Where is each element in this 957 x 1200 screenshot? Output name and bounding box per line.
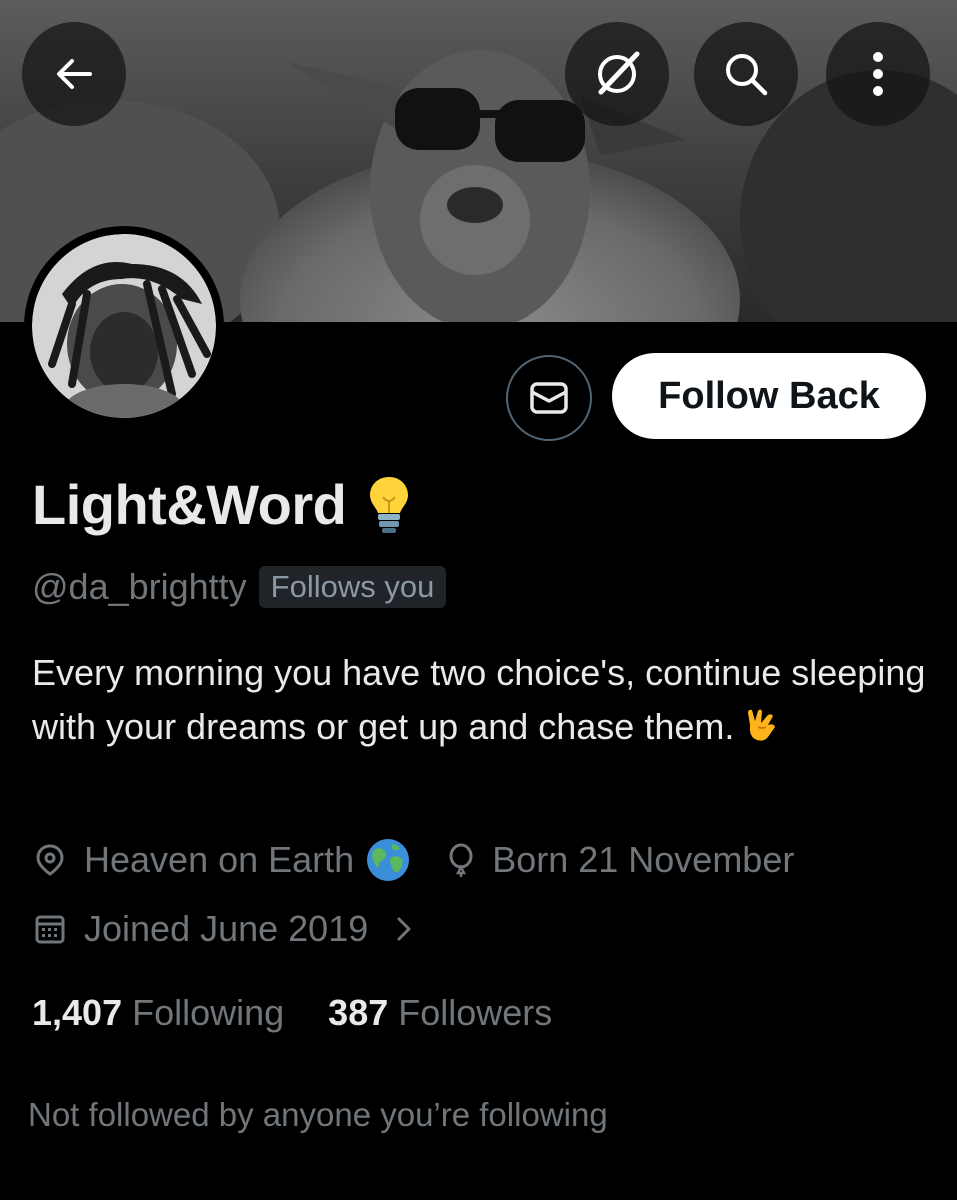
more-vertical-icon [873,52,883,96]
light-bulb-icon [370,476,409,533]
display-name: Light&Word [32,473,347,536]
envelope-icon [530,382,568,414]
followers-label: Followers [398,992,553,1033]
avatar[interactable] [24,226,224,426]
follow-stats: 1,407 Following 387 Followers [32,992,552,1034]
bio-text: Every morning you have two choice's, con… [32,652,926,747]
back-button[interactable] [22,22,126,126]
profile-meta-row-1: Heaven on Earth Born 21 November [34,838,794,882]
handle-row: @da_brightty Follows you [32,566,447,608]
profile-meta-row-2[interactable]: Joined June 2019 [34,908,414,950]
birthday: Born 21 November [448,839,794,881]
followers-link[interactable]: 387 Followers [328,992,552,1034]
more-options-button[interactable] [826,22,930,126]
follows-you-badge: Follows you [258,566,447,608]
bio: Every morning you have two choice's, con… [32,646,932,754]
location-text: Heaven on Earth [84,839,355,880]
followers-count: 387 [328,992,389,1033]
joined-text: Joined June 2019 [84,908,369,949]
globe-icon [367,839,410,881]
balloon-icon [449,843,473,877]
grok-icon [598,51,640,95]
arrow-left-icon [57,59,92,89]
message-button[interactable] [506,355,592,441]
avatar-image [32,234,216,418]
calendar-icon [35,915,65,944]
love-you-gesture-icon [748,709,776,741]
username-handle: @da_brightty [32,566,247,607]
search-icon [726,54,768,96]
chevron-right-icon [397,917,411,941]
following-count: 1,407 [32,992,123,1033]
following-link[interactable]: 1,407 Following [32,992,284,1034]
search-button[interactable] [694,22,798,126]
display-name-row: Light&Word [32,472,410,537]
following-label: Following [132,992,285,1033]
location-pin-icon [36,844,64,876]
joined-date[interactable]: Joined June 2019 [34,908,414,950]
birthday-text: Born 21 November [492,839,795,880]
mutual-followers-note: Not followed by anyone you’re following [28,1096,608,1133]
location: Heaven on Earth [34,838,410,882]
follow-back-button[interactable]: Follow Back [612,353,926,439]
grok-button[interactable] [565,22,669,126]
